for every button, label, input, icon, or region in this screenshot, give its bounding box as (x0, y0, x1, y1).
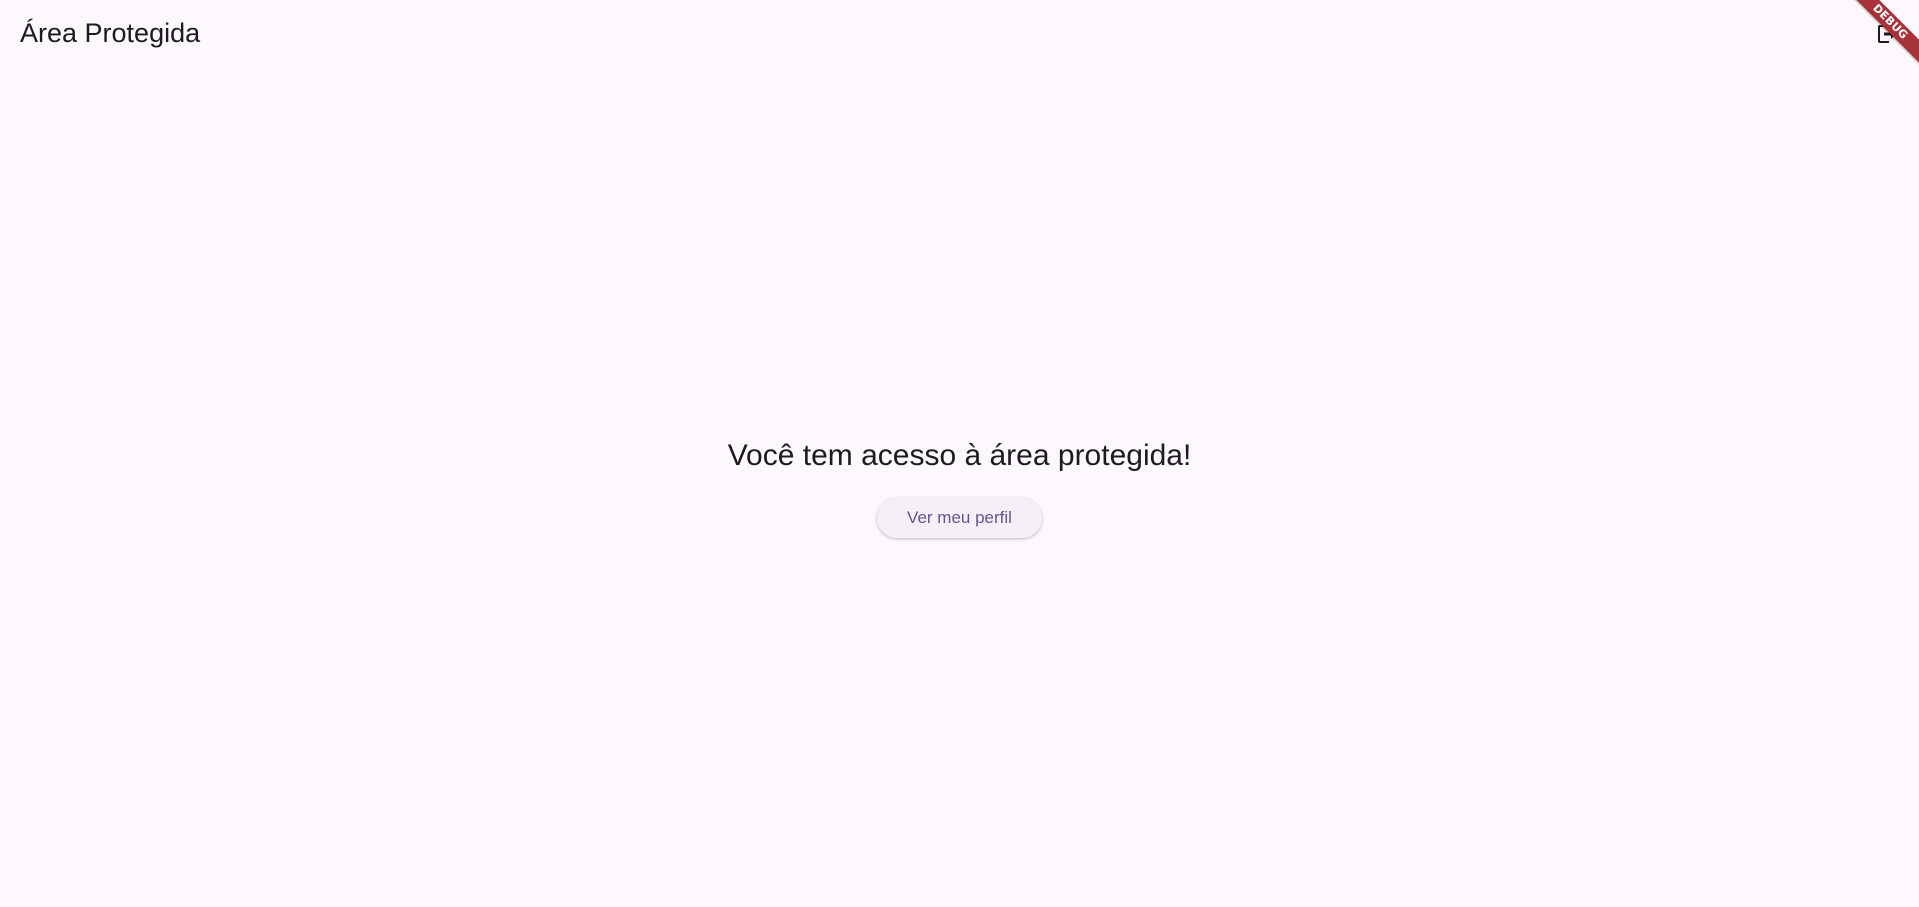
page-title: Área Protegida (20, 18, 201, 48)
access-message: Você tem acesso à área protegida! (727, 439, 1192, 472)
logout-icon[interactable] (1875, 22, 1899, 46)
app-window: Área Protegida DEBUG Você tem acesso à á… (0, 0, 1919, 907)
main-content: Você tem acesso à área protegida! Ver me… (0, 436, 1919, 538)
app-bar: Área Protegida (0, 0, 1919, 68)
view-profile-button[interactable]: Ver meu perfil (877, 498, 1042, 538)
